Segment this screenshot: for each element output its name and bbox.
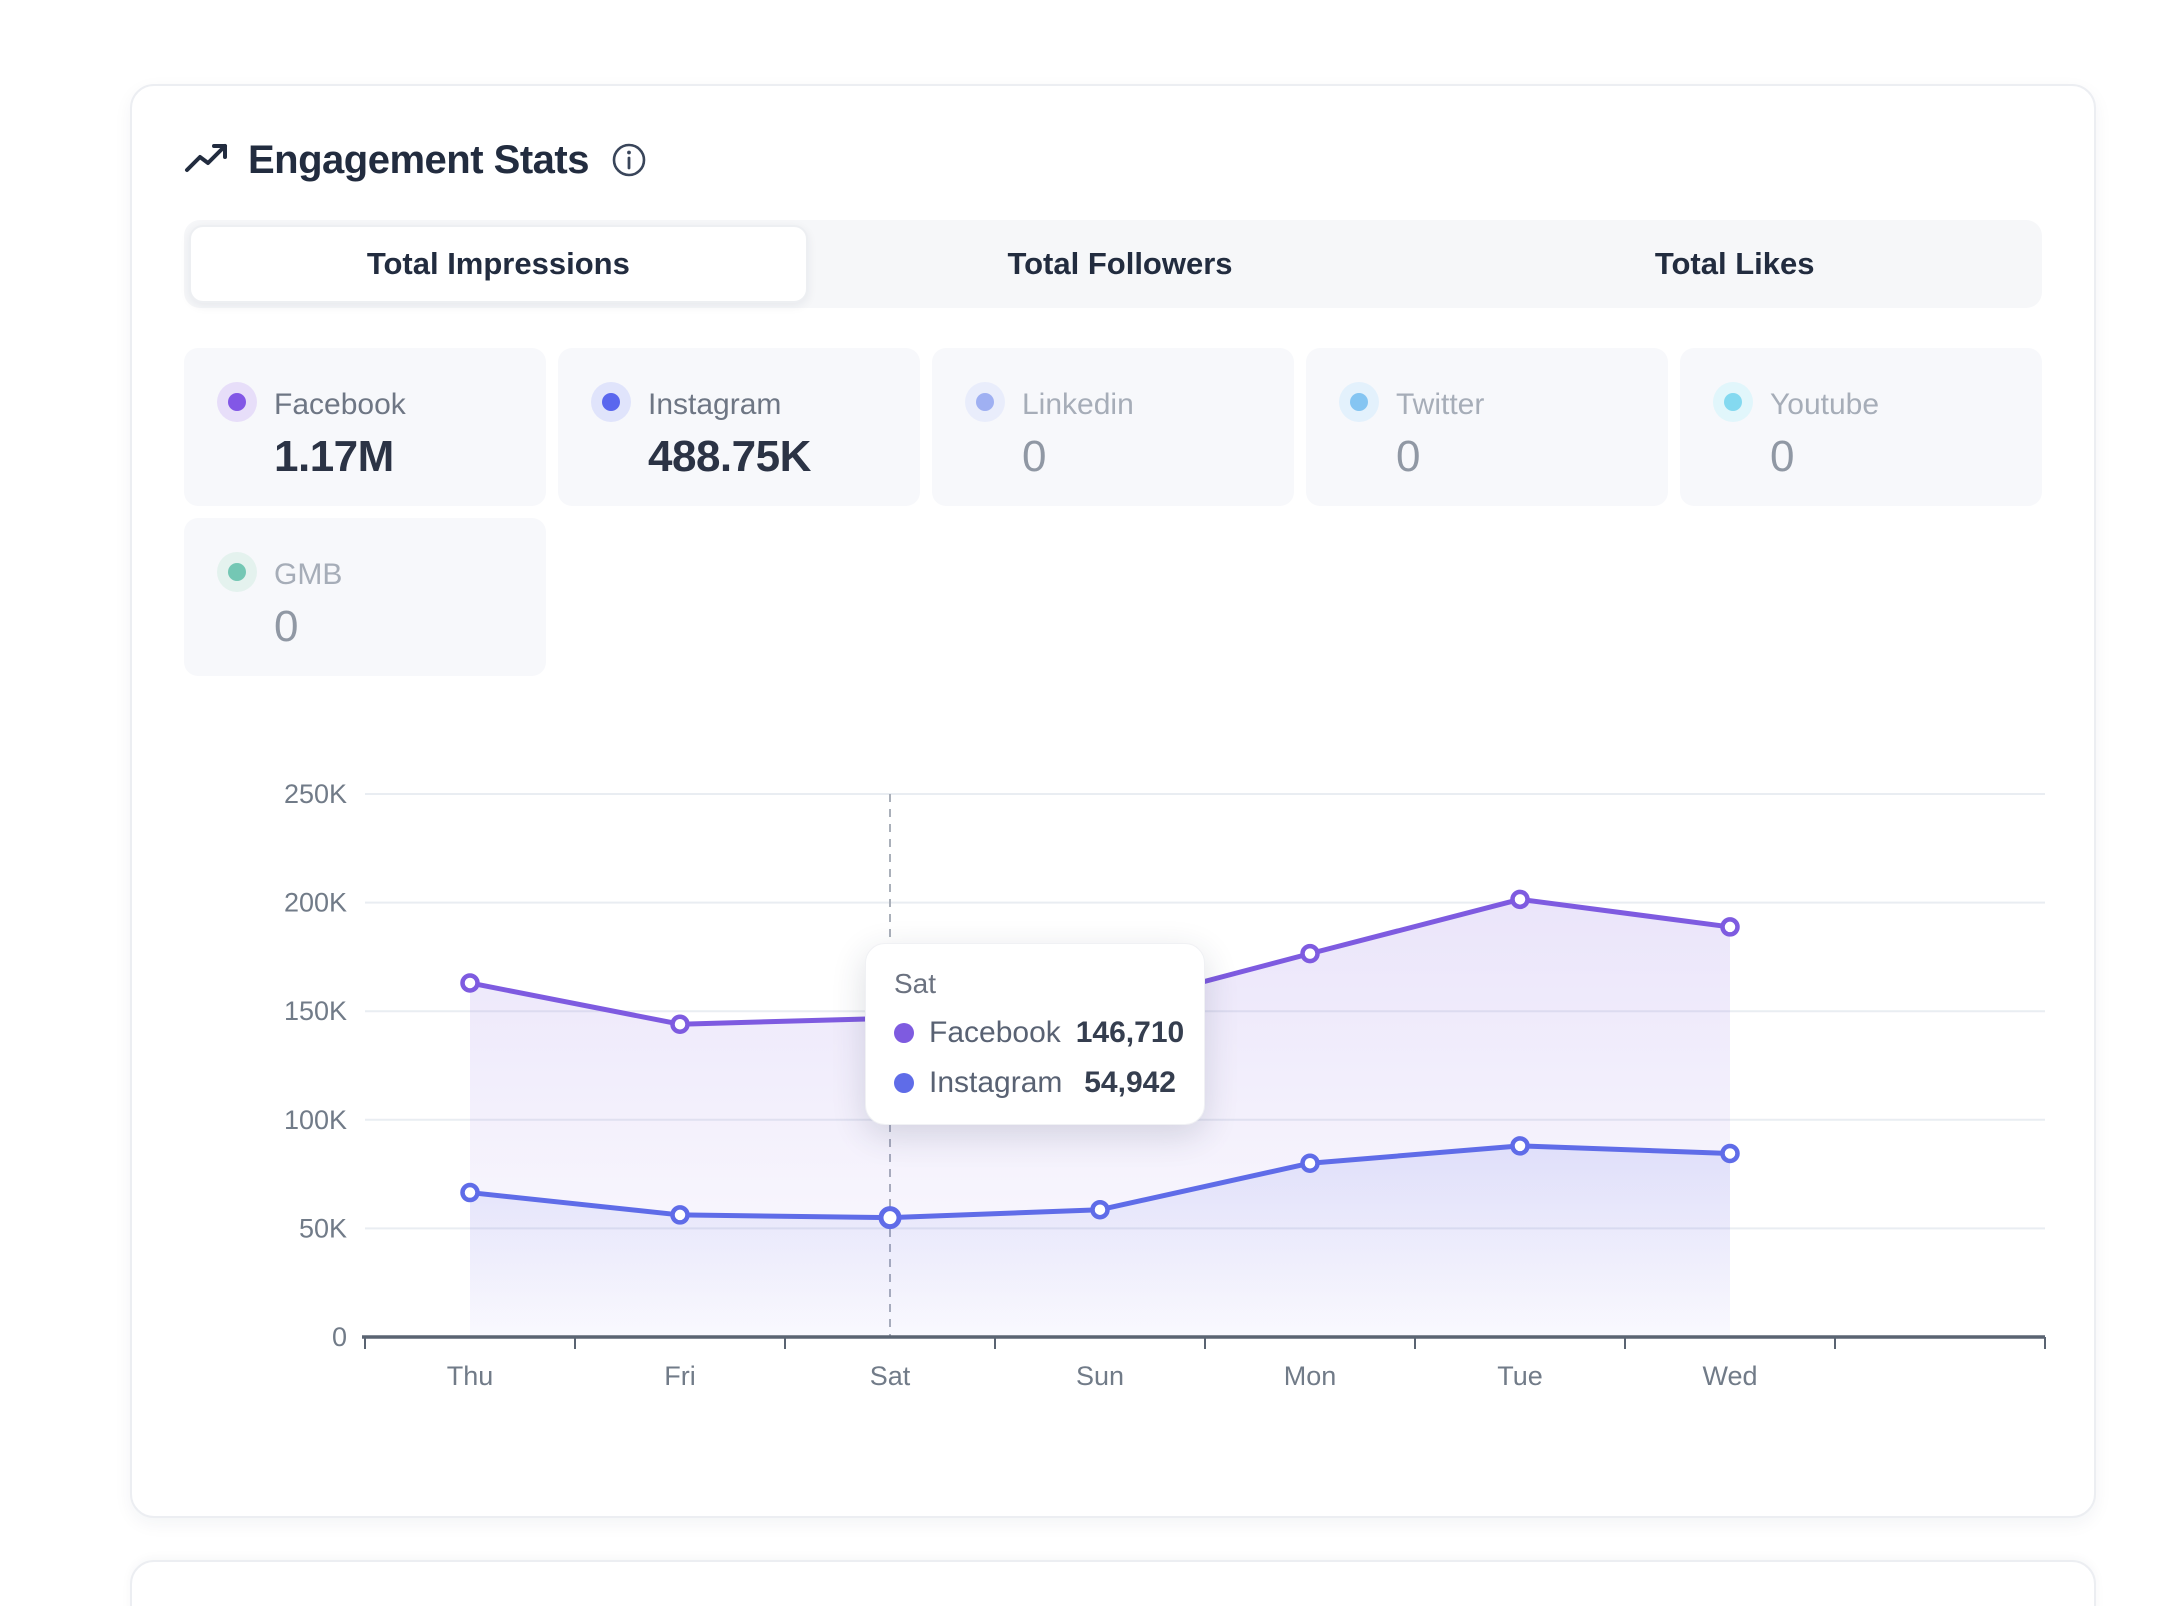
card-header: Engagement Stats [184,132,2042,188]
tab-total-impressions[interactable]: Total Impressions [189,225,808,303]
svg-text:250K: 250K [284,779,347,809]
tooltip-label: Facebook [929,1016,1061,1050]
page-title: Engagement Stats [248,138,589,183]
tooltip-row-facebook: Facebook 146,710 [894,1016,1176,1050]
svg-text:150K: 150K [284,996,347,1026]
stat-value: 0 [1396,432,1420,482]
stat-card-youtube[interactable]: Youtube 0 [1680,348,2042,506]
svg-text:Fri: Fri [664,1361,695,1391]
stat-label: Youtube [1770,388,1879,422]
instagram-dot-icon [591,382,631,422]
svg-text:Tue: Tue [1497,1361,1543,1391]
stat-card-twitter[interactable]: Twitter 0 [1306,348,1668,506]
svg-text:100K: 100K [284,1105,347,1135]
svg-text:Sat: Sat [870,1361,911,1391]
tooltip-value: 146,710 [1076,1016,1184,1050]
stat-value: 488.75K [648,432,811,482]
stat-label: Instagram [648,388,781,422]
stat-card-instagram[interactable]: Instagram 488.75K [558,348,920,506]
platform-stats-grid: Facebook 1.17M Instagram 488.75K Linkedi… [184,348,2042,676]
engagement-stats-card: Engagement Stats Total Impressions Total… [130,84,2096,1518]
facebook-dot-icon [217,382,257,422]
tab-total-likes[interactable]: Total Likes [1427,220,2042,308]
facebook-dot-icon [894,1023,914,1043]
tooltip-value: 54,942 [1084,1066,1176,1100]
metric-tabs: Total Impressions Total Followers Total … [184,220,2042,308]
gmb-dot-icon [217,552,257,592]
trending-up-icon [184,142,228,178]
stat-value: 1.17M [274,432,394,482]
tooltip-title: Sat [894,968,1176,1000]
svg-text:Mon: Mon [1284,1361,1337,1391]
stat-value: 0 [1770,432,1794,482]
svg-text:Wed: Wed [1702,1361,1757,1391]
tooltip-row-instagram: Instagram 54,942 [894,1066,1176,1100]
instagram-dot-icon [894,1073,914,1093]
youtube-dot-icon [1713,382,1753,422]
svg-text:Sun: Sun [1076,1361,1124,1391]
stat-card-linkedin[interactable]: Linkedin 0 [932,348,1294,506]
tab-total-followers[interactable]: Total Followers [813,220,1428,308]
next-section-card [130,1560,2096,1606]
svg-text:0: 0 [332,1322,347,1352]
stat-label: Facebook [274,388,406,422]
stat-card-gmb[interactable]: GMB 0 [184,518,546,676]
dashboard-page: Engagement Stats Total Impressions Total… [0,0,2172,1606]
stat-label: GMB [274,558,342,592]
linkedin-dot-icon [965,382,1005,422]
stat-card-facebook[interactable]: Facebook 1.17M [184,348,546,506]
svg-text:Thu: Thu [447,1361,494,1391]
svg-text:200K: 200K [284,888,347,918]
impressions-line-chart[interactable]: 250K 200K 150K 100K 50K 0 Thu Fri Sat Sun Mon Tue We… [184,772,2042,1432]
tooltip-label: Instagram [929,1066,1069,1100]
twitter-dot-icon [1339,382,1379,422]
stat-label: Twitter [1396,388,1484,422]
svg-text:50K: 50K [299,1213,347,1243]
info-icon[interactable] [611,142,647,178]
stat-value: 0 [274,602,298,652]
chart-tooltip: Sat Facebook 146,710 Instagram 54,942 [865,943,1205,1125]
stat-label: Linkedin [1022,388,1134,422]
stat-value: 0 [1022,432,1046,482]
